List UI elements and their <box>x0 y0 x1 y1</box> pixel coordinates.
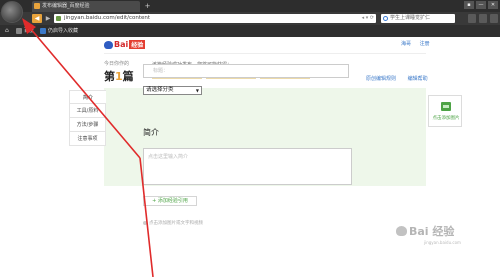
tab-title: 发布编辑器_百度经验 <box>42 3 90 9</box>
url-text: jingyan.baidu.com/edit/content <box>64 15 151 21</box>
browser-tabbar: 发布编辑器_百度经验 + ▪ — ✕ <box>0 0 500 12</box>
new-tab-button[interactable]: + <box>142 1 153 11</box>
section-nav: 简介 工具/原料 方法/步骤 注意事项 <box>69 90 106 146</box>
divider <box>104 53 426 54</box>
home-icon[interactable]: ⌂ <box>5 28 11 34</box>
chevron-down-icon: ▼ <box>195 88 199 93</box>
section-nav-steps[interactable]: 方法/步骤 <box>69 118 106 132</box>
browser-profile-avatar[interactable] <box>1 1 23 23</box>
tab-favicon-icon <box>34 3 40 9</box>
search-icon <box>383 16 388 21</box>
register-link[interactable]: 注册 <box>420 41 430 47</box>
watermark-text: Bai 经验 <box>409 225 455 238</box>
article-number: 1 <box>115 70 123 83</box>
add-image-label: 点击添加图片 <box>432 116 460 121</box>
forward-button[interactable]: ▶ <box>44 14 52 23</box>
watermark: Bai 经验 <box>396 223 454 239</box>
search-input[interactable]: 学生上课睡觉扩仁 <box>381 14 455 23</box>
footnote-text: 点击添加图片或文字和视频 <box>149 221 203 226</box>
today-label: 今日你作的 <box>104 61 130 67</box>
browser-tab[interactable]: 发布编辑器_百度经验 <box>32 1 140 12</box>
bookmark-label: 仍启导入收藏 <box>48 28 79 34</box>
minimize-button[interactable]: — <box>476 1 486 9</box>
baidu-jingyan-logo[interactable]: Bai 经验 <box>104 40 146 49</box>
logo-badge: 经验 <box>129 40 146 49</box>
bookmarks-bar: ⌂ 百度 仍启导入收藏 <box>0 25 500 37</box>
add-reference-button[interactable]: + 添加经验引用 <box>143 196 197 206</box>
add-image-card[interactable]: 点击添加图片 <box>428 95 462 127</box>
category-select[interactable]: 请选择分类 ▼ <box>143 86 202 95</box>
watermark-url: jingyan.baidu.com <box>424 240 461 245</box>
article-count: 第1篇 <box>104 68 134 84</box>
page-icon <box>56 16 61 21</box>
screen: 发布编辑器_百度经验 + ▪ — ✕ ◀ ▶ jingyan.baidu.com… <box>0 0 500 277</box>
footnote: 点击添加图片或文字和视频 <box>143 220 203 226</box>
intro-textarea[interactable]: 点击这里输入简介 <box>143 148 352 185</box>
download-icon[interactable] <box>479 14 487 23</box>
help-links: 原创编辑规则 编辑帮助 <box>366 75 428 82</box>
close-button[interactable]: ✕ <box>488 1 498 9</box>
url-controls[interactable]: ◂ ▾ ⟳ <box>362 14 374 23</box>
baidu-paw-icon <box>396 226 407 236</box>
bookmark-icon <box>40 28 46 34</box>
section-nav-intro[interactable]: 简介 <box>69 90 106 104</box>
search-text: 学生上课睡觉扩仁 <box>390 15 431 21</box>
username-link[interactable]: 海哥 <box>401 41 411 47</box>
extension-icon[interactable] <box>468 14 476 23</box>
intro-heading: 简介 <box>143 128 159 137</box>
bookmark-label: 百度 <box>24 28 35 34</box>
image-icon <box>441 102 451 111</box>
info-icon <box>143 220 147 225</box>
section-nav-notes[interactable]: 注意事项 <box>69 132 106 146</box>
article-prefix: 第 <box>104 70 115 83</box>
toolbar-icons <box>468 14 498 23</box>
section-nav-tools[interactable]: 工具/原料 <box>69 104 106 118</box>
bookmark-import[interactable]: 仍启导入收藏 <box>40 25 78 37</box>
logo-word: Bai <box>114 40 129 49</box>
bookmark-icon <box>16 28 22 34</box>
help-link[interactable]: 编辑帮助 <box>408 76 428 82</box>
bookmark-baidu[interactable]: 百度 <box>16 25 34 37</box>
window-controls: ▪ — ✕ <box>464 1 498 9</box>
baidu-paw-icon <box>104 40 113 49</box>
user-links: 海哥 注册 <box>401 40 430 47</box>
url-field[interactable]: jingyan.baidu.com/edit/content ◂ ▾ ⟳ <box>54 14 376 23</box>
article-suffix: 篇 <box>122 70 134 83</box>
settings-icon[interactable] <box>490 14 498 23</box>
title-input[interactable]: 标题： <box>143 64 349 78</box>
menu-button[interactable]: ▪ <box>464 1 474 9</box>
category-select-value: 请选择分类 <box>146 87 174 93</box>
address-toolbar: ◀ ▶ jingyan.baidu.com/edit/content ◂ ▾ ⟳… <box>0 12 500 25</box>
rules-link[interactable]: 原创编辑规则 <box>366 76 396 82</box>
back-button[interactable]: ◀ <box>32 14 42 23</box>
